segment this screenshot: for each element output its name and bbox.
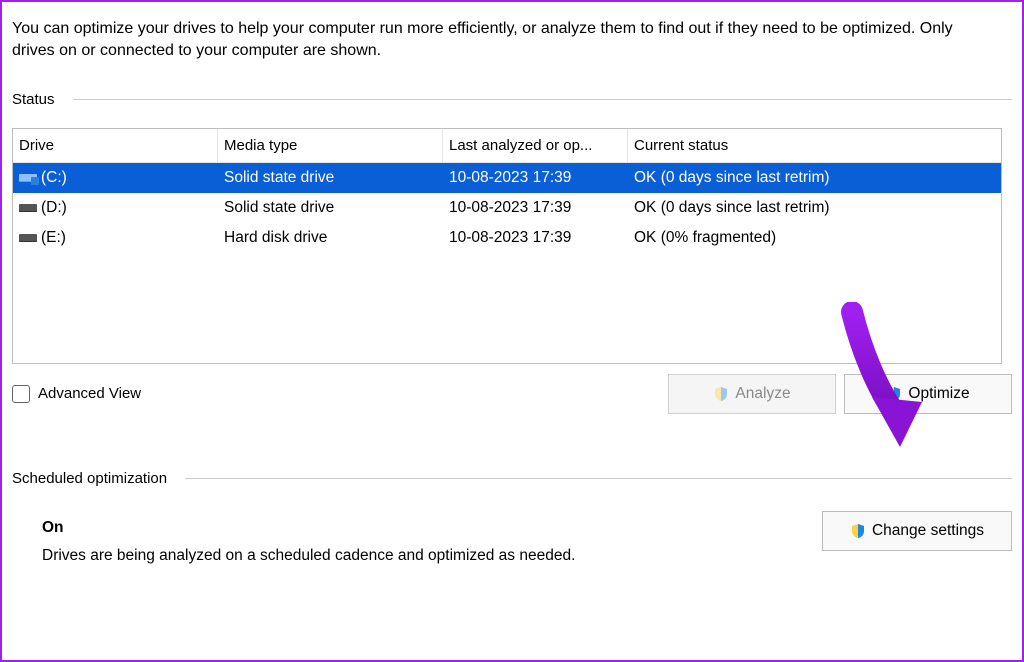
section-rule [73, 99, 1012, 100]
analyze-button[interactable]: Analyze [668, 374, 836, 414]
drive-icon [19, 232, 37, 244]
drive-table-header: Drive Media type Last analyzed or op... … [13, 129, 1001, 163]
drive-name-cell: (E:) [13, 229, 218, 247]
shield-icon [850, 523, 866, 539]
drive-icon [19, 172, 37, 184]
drive-table: Drive Media type Last analyzed or op... … [12, 128, 1002, 364]
section-rule [185, 478, 1012, 479]
scheduled-state: On [42, 519, 822, 537]
drive-status: OK (0 days since last retrim) [628, 169, 1001, 187]
table-row[interactable]: (C:) Solid state drive10-08-2023 17:39OK … [13, 163, 1001, 193]
analyze-label: Analyze [735, 385, 790, 403]
col-status[interactable]: Current status [628, 129, 1001, 162]
shield-icon [886, 386, 902, 402]
drive-last: 10-08-2023 17:39 [443, 169, 628, 187]
shield-icon [713, 386, 729, 402]
change-settings-button[interactable]: Change settings [822, 511, 1012, 551]
drive-name: (E:) [41, 229, 66, 247]
change-settings-label: Change settings [872, 522, 984, 540]
intro-text: You can optimize your drives to help you… [12, 18, 992, 63]
col-media[interactable]: Media type [218, 129, 443, 162]
controls-row: Advanced View Analyze Optimize [12, 374, 1012, 414]
optimize-button[interactable]: Optimize [844, 374, 1012, 414]
drive-table-body: (C:)Solid state drive10-08-2023 17:39OK … [13, 163, 1001, 363]
optimize-label: Optimize [908, 385, 969, 403]
table-row[interactable]: (D:) Solid state drive10-08-2023 17:39OK … [13, 193, 1001, 223]
drive-name-cell: (C:) [13, 169, 218, 187]
drive-media: Solid state drive [218, 199, 443, 217]
drive-name-cell: (D:) [13, 199, 218, 217]
advanced-view-checkbox[interactable]: Advanced View [12, 385, 141, 403]
drive-name: (D:) [41, 199, 67, 217]
checkbox-box[interactable] [12, 385, 30, 403]
status-section-text: Status [12, 91, 55, 108]
col-drive[interactable]: Drive [13, 129, 218, 162]
drive-status: OK (0% fragmented) [628, 229, 1001, 247]
drive-name: (C:) [41, 169, 67, 187]
drive-last: 10-08-2023 17:39 [443, 199, 628, 217]
drive-icon [19, 202, 37, 214]
col-last[interactable]: Last analyzed or op... [443, 129, 628, 162]
advanced-view-label: Advanced View [38, 385, 141, 402]
drive-media: Solid state drive [218, 169, 443, 187]
drive-last: 10-08-2023 17:39 [443, 229, 628, 247]
drive-status: OK (0 days since last retrim) [628, 199, 1001, 217]
drive-media: Hard disk drive [218, 229, 443, 247]
scheduled-section: Scheduled optimization On Drives are bei… [12, 470, 1012, 565]
status-section-label: Status [12, 91, 1012, 108]
scheduled-section-label: Scheduled optimization [12, 470, 1012, 487]
scheduled-section-text: Scheduled optimization [12, 470, 167, 487]
table-row[interactable]: (E:) Hard disk drive10-08-2023 17:39OK (0… [13, 223, 1001, 253]
scheduled-description: Drives are being analyzed on a scheduled… [42, 547, 822, 565]
